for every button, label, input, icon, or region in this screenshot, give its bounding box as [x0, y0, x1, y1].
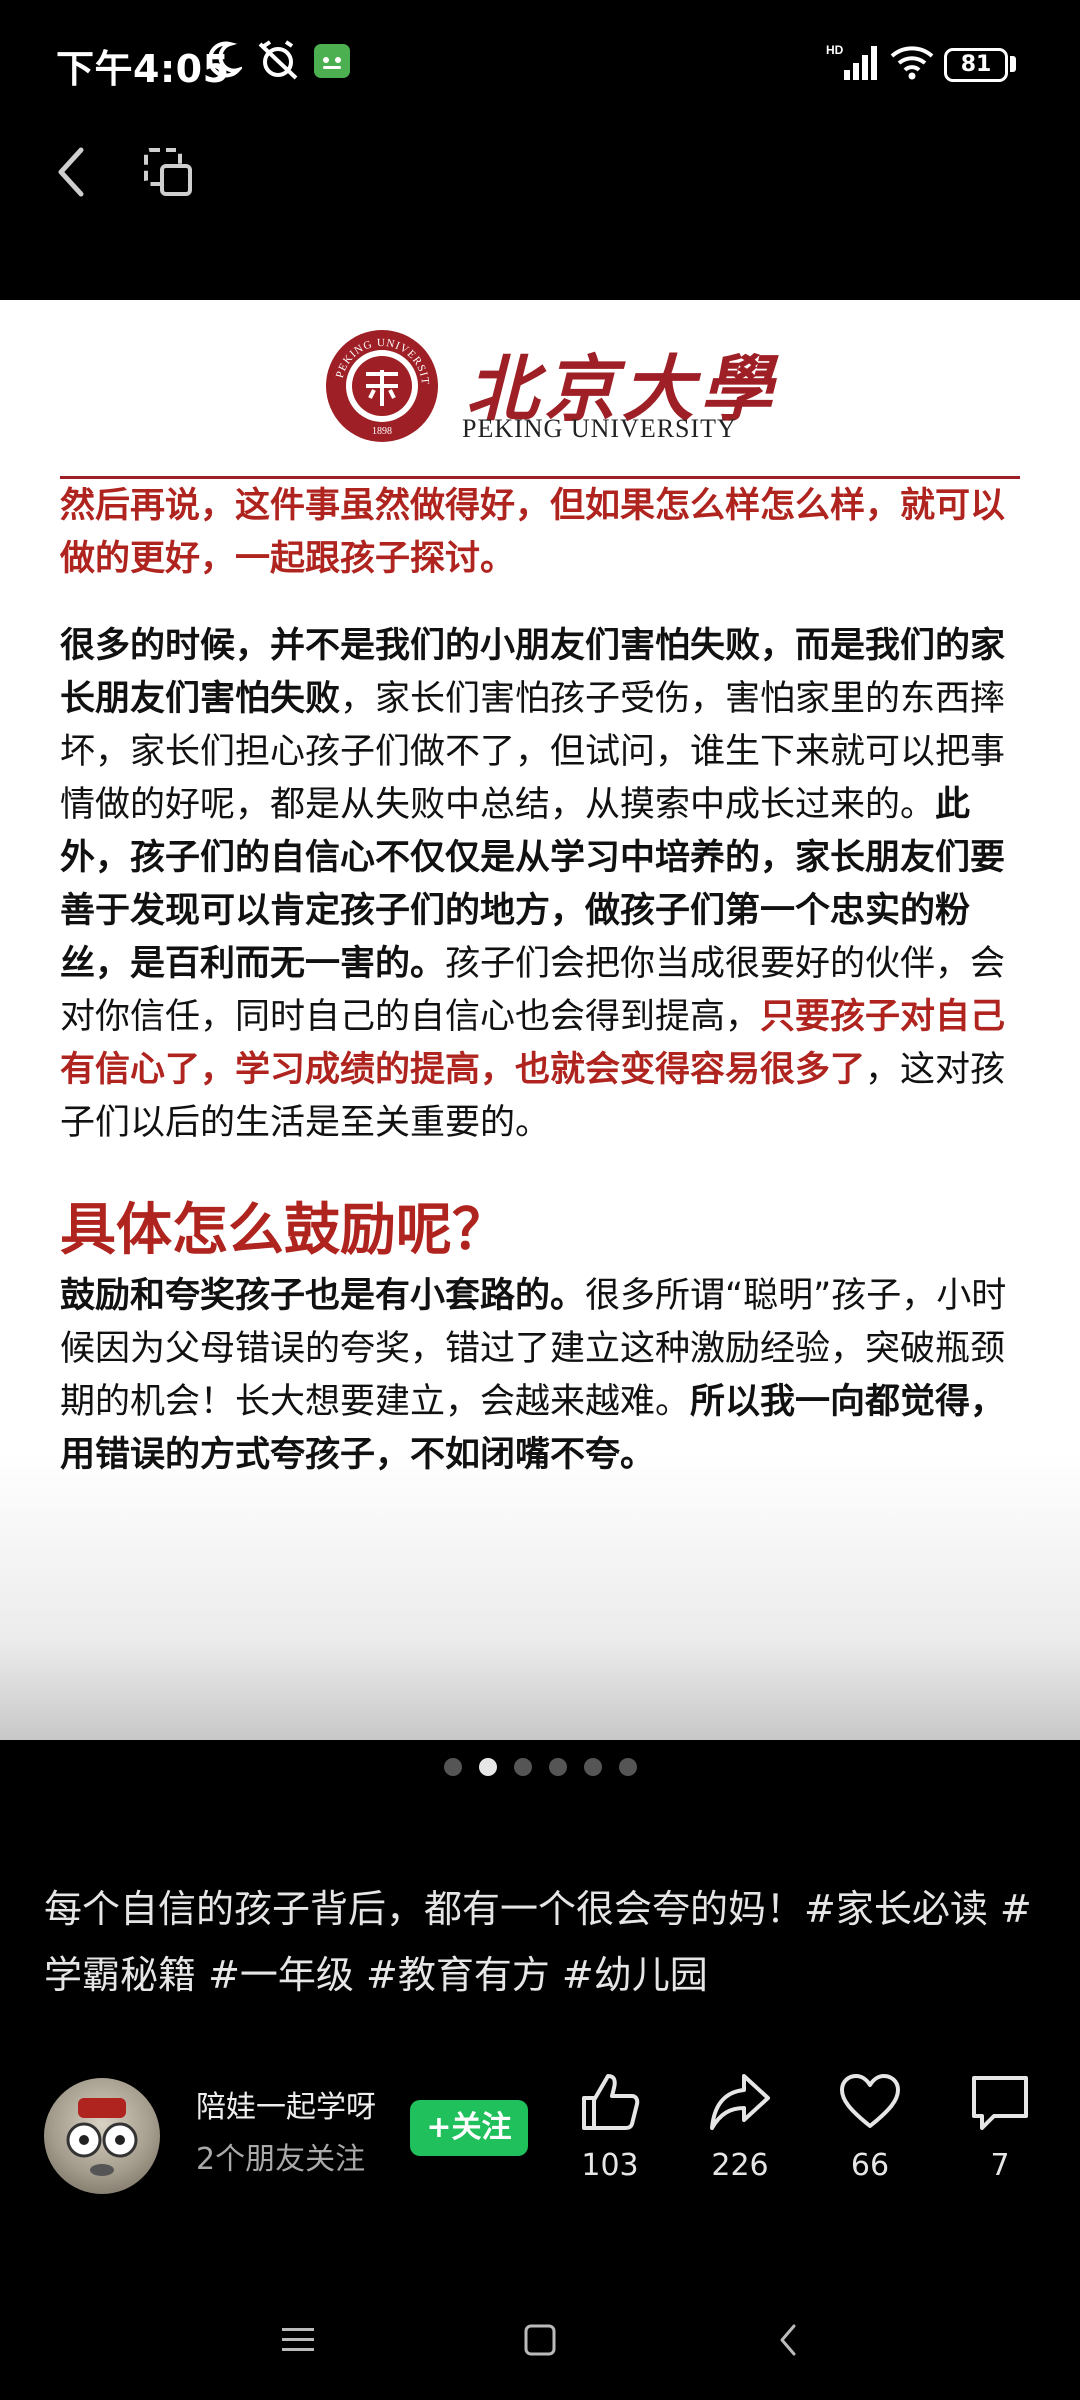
menu-icon	[282, 2328, 314, 2351]
carousel-dot[interactable]	[548, 1758, 567, 1776]
comment-button[interactable]: 7	[940, 2070, 1060, 2183]
screen-mirror-icon	[144, 148, 192, 196]
carousel-dot[interactable]	[513, 1758, 532, 1776]
comment-count: 7	[990, 2148, 1010, 2183]
battery-tip	[1010, 56, 1016, 72]
share-count: 226	[711, 2148, 769, 2183]
carousel-dot[interactable]	[583, 1758, 602, 1776]
carousel-indicator	[0, 1758, 1080, 1778]
carousel-dot[interactable]	[443, 1758, 462, 1776]
chevron-left-icon	[58, 147, 84, 197]
share-button[interactable]: 226	[680, 2070, 800, 2183]
home-square-icon	[524, 2324, 556, 2356]
pku-logo: PEKING UNIVERSITY 1898 北京大學 PEKING UNIVE…	[326, 330, 786, 460]
subheading: 具体怎么鼓励呢？	[60, 1198, 508, 1263]
second-paragraph: 鼓励和夸奖孩子也是有小套路的。很多所谓“聪明”孩子，小时候因为父母错误的夸奖，错…	[60, 1270, 1020, 1482]
favorite-button[interactable]: 66	[810, 2070, 930, 2183]
para2-bold: 鼓励和夸奖孩子也是有小套路的。	[60, 1276, 586, 1316]
home-button[interactable]	[510, 2310, 570, 2370]
post-caption[interactable]: 每个自信的孩子背后，都有一个很会夸的妈！#家长必读 #学霸秘籍 #一年级 #教育…	[44, 1876, 1044, 2008]
follow-button[interactable]: +关注	[410, 2100, 528, 2156]
avatar[interactable]	[44, 2078, 160, 2194]
comment-icon	[972, 2076, 1028, 2130]
status-time: 下午4:05	[56, 47, 230, 91]
battery-indicator: 81	[944, 48, 1008, 82]
network-type: HD	[826, 43, 844, 57]
status-bar: 下午4:05 HD 81	[0, 0, 1080, 120]
share-icon	[710, 2074, 770, 2130]
intro-paragraph: 然后再说，这件事虽然做得好，但如果怎么样怎么样，就可以做的更好，一起跟孩子探讨。	[60, 486, 1006, 579]
screen-mirror-button[interactable]	[128, 132, 208, 212]
post-image[interactable]: PEKING UNIVERSITY 1898 北京大學 PEKING UNIVE…	[0, 300, 1080, 1740]
carousel-dot[interactable]	[618, 1758, 637, 1776]
wifi-icon	[888, 44, 936, 84]
author-followers: 2个朋友关注	[196, 2142, 366, 2177]
back-button[interactable]	[30, 132, 110, 212]
top-nav	[0, 120, 1080, 300]
moon-icon	[206, 40, 245, 84]
chevron-left-icon	[780, 2324, 796, 2356]
thumbs-up-icon	[582, 2074, 640, 2130]
like-count: 103	[581, 2148, 639, 2183]
main-paragraph: 很多的时候，并不是我们的小朋友们害怕失败，而是我们的家长朋友们害怕失败，家长们害…	[60, 620, 1020, 1150]
menu-button[interactable]	[268, 2310, 328, 2370]
like-button[interactable]: 103	[550, 2070, 670, 2183]
seal-year: 1898	[372, 426, 392, 437]
app-notification-icon	[314, 44, 350, 82]
article-text: 然后再说，这件事虽然做得好，但如果怎么样怎么样，就可以做的更好，一起跟孩子探讨。…	[60, 480, 1020, 1482]
system-back-button[interactable]	[758, 2310, 818, 2370]
heart-icon	[840, 2074, 900, 2128]
logo-english: PEKING UNIVERSITY	[462, 414, 737, 443]
pku-seal-icon: PEKING UNIVERSITY 1898	[326, 330, 438, 442]
alarm-off-icon	[256, 40, 300, 84]
carousel-dot-active[interactable]	[478, 1758, 497, 1776]
signal-icon: HD	[826, 42, 878, 86]
avatar-image-icon	[66, 2098, 138, 2176]
author-name[interactable]: 陪娃一起学呀	[196, 2082, 376, 2126]
favorite-count: 66	[850, 2148, 890, 2183]
author-action-bar: 陪娃一起学呀 2个朋友关注 +关注 103 226 66 7	[0, 2070, 1080, 2210]
system-nav-bar	[0, 2300, 1080, 2380]
header-divider	[60, 476, 1020, 479]
